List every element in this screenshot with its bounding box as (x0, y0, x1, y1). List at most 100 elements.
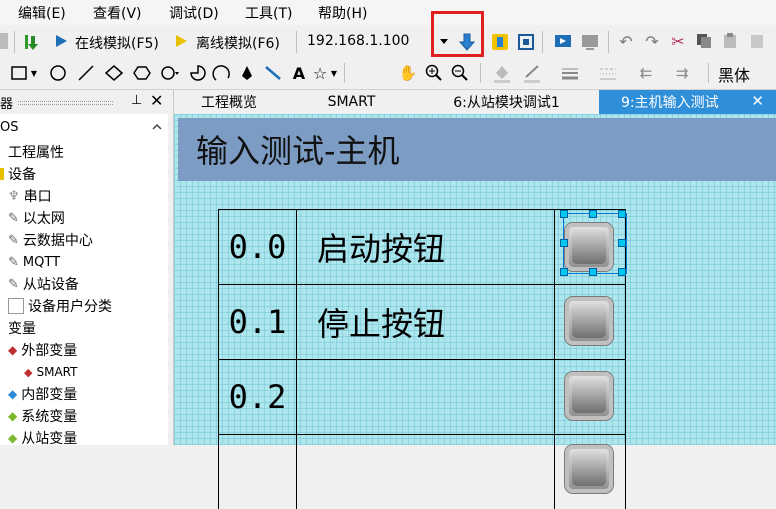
menu-tools[interactable]: 工具(T) (245, 3, 292, 23)
slave-variable-icon: ◆ (8, 431, 18, 445)
scroll-up-icon[interactable] (150, 120, 164, 134)
menu-view[interactable]: 查看(V) (93, 3, 142, 23)
online-sim-play-icon[interactable] (54, 34, 68, 48)
redo-icon[interactable]: ↷ (643, 32, 661, 51)
paste-icon[interactable] (721, 32, 739, 50)
line-width-icon[interactable] (560, 63, 580, 83)
download-icon[interactable] (458, 33, 476, 51)
slave-icon: ✎ (8, 276, 19, 292)
text-tool-icon[interactable]: A (289, 63, 309, 83)
offline-sim-play-icon[interactable] (174, 34, 188, 48)
polygon-tool-icon[interactable] (132, 64, 152, 82)
resize-handle[interactable] (589, 268, 597, 276)
download-stop-icon[interactable] (22, 32, 42, 52)
toolbar-separator (608, 31, 609, 53)
resize-handle[interactable] (618, 210, 626, 218)
online-sim-button[interactable]: 在线模拟(F5) (75, 33, 159, 53)
scrollbar[interactable] (168, 114, 173, 445)
cut-icon[interactable]: ✂ (669, 32, 687, 51)
monitor-icon[interactable] (580, 32, 600, 52)
tree-item-serial[interactable]: ♆ 串口 (8, 185, 52, 207)
tree-label: 从站设备 (22, 277, 79, 293)
resize-handle[interactable] (618, 239, 626, 247)
menu-bar: 编辑(E) 查看(V) 调试(D) 工具(T) 帮助(H) (0, 0, 776, 25)
tree-item-system-vars[interactable]: ◆ 系统变量 (8, 405, 77, 427)
menu-edit[interactable]: 编辑(E) (18, 3, 66, 23)
menu-debug[interactable]: 调试(D) (169, 3, 219, 23)
pin-icon[interactable]: ⊥ (131, 93, 142, 108)
resize-handle[interactable] (560, 239, 568, 247)
line-style-icon[interactable] (598, 63, 618, 83)
monitor-play-icon[interactable] (553, 32, 573, 52)
line-color-icon[interactable] (522, 63, 542, 83)
pie-tool-icon[interactable] (188, 64, 208, 82)
ethernet-icon: ✎ (8, 210, 19, 226)
diamond-tool-icon[interactable] (104, 64, 124, 82)
tab-project-overview[interactable]: 工程概览 (174, 90, 284, 114)
tree-label: 设备 (8, 167, 36, 183)
label-cell: 停止按钮 (296, 284, 554, 359)
tree-item-user-category[interactable]: 设备用户分类 (8, 295, 112, 317)
arc-tool-icon[interactable] (212, 64, 232, 82)
tree-item-os[interactable]: OS (0, 120, 18, 135)
hand-tool-icon[interactable] (490, 32, 510, 52)
drawing-toolbar: ▼ A ☆ ▼ ✋ ⇇ ⇉ 黑体 (0, 59, 776, 90)
project-tree-panel: 器 ⊥ ✕ OS 工程属性 设备 ♆ 串口 ✎ 以太网 ✎ 云数据中心 ✎ MQ… (0, 90, 174, 447)
pushbutton[interactable] (565, 372, 613, 420)
chevron-down-icon[interactable]: ▼ (30, 69, 38, 78)
font-name-select[interactable]: 黑体 (718, 62, 750, 86)
resize-handle[interactable] (589, 210, 597, 218)
tree-item-external-vars[interactable]: ◆ 外部变量 (8, 339, 77, 361)
resize-handle[interactable] (618, 268, 626, 276)
pushbutton[interactable] (565, 445, 613, 493)
tree-item-project-props[interactable]: 工程属性 (8, 141, 64, 163)
stop-pushbutton[interactable] (565, 297, 613, 345)
tab-host-input-test[interactable]: 9:主机输入测试 ✕ (599, 90, 776, 114)
menu-help[interactable]: 帮助(H) (318, 3, 367, 23)
resize-handle[interactable] (560, 210, 568, 218)
toolbar-separator (344, 63, 345, 83)
ellipse-tool-icon[interactable] (48, 64, 68, 82)
tree-item-slave-vars[interactable]: ◆ 从站变量 (8, 427, 77, 449)
circle-menu-tool-icon[interactable] (160, 64, 180, 82)
tree-item-internal-vars[interactable]: ◆ 内部变量 (8, 383, 77, 405)
tree-item-cloud[interactable]: ✎ 云数据中心 (8, 229, 93, 251)
label-cell (296, 434, 554, 509)
zoom-in-icon[interactable] (424, 63, 444, 83)
tree-item-variables[interactable]: 变量 (8, 317, 36, 339)
tree-item-slave-devices[interactable]: ✎ 从站设备 (8, 273, 79, 295)
device-config-icon[interactable] (516, 32, 536, 52)
hand-pan-icon[interactable]: ✋ (398, 63, 418, 83)
design-canvas[interactable]: 输入测试-主机 0.0 启动按钮 0.1 停止按钮 0.2 (174, 114, 776, 509)
line-tool-icon[interactable] (76, 64, 96, 82)
address-cell (218, 434, 296, 509)
chevron-down-icon[interactable]: ▼ (330, 69, 338, 78)
system-variable-icon: ◆ (8, 409, 18, 423)
close-tab-icon[interactable]: ✕ (751, 92, 764, 110)
pen-tool-icon[interactable] (238, 64, 256, 82)
tree-item-ethernet[interactable]: ✎ 以太网 (8, 207, 65, 229)
offline-sim-button[interactable]: 离线模拟(F6) (196, 33, 280, 53)
close-icon[interactable]: ✕ (150, 91, 163, 110)
button-cell (554, 209, 627, 284)
resize-handle[interactable] (560, 268, 568, 276)
tree-item-mqtt[interactable]: ✎ MQTT (8, 251, 60, 273)
tree-label: 变量 (8, 321, 36, 337)
tab-smart[interactable]: SMART (284, 90, 419, 114)
star-tool-icon[interactable]: ☆ (310, 63, 330, 83)
ip-address-field[interactable]: 192.168.1.100 (307, 33, 409, 49)
tab-slave-module-debug[interactable]: 6:从站模块调试1 (419, 90, 594, 114)
copy-icon[interactable] (695, 32, 713, 50)
connector-tool-icon[interactable] (263, 64, 283, 82)
delete-icon[interactable] (748, 32, 766, 50)
rectangle-tool-icon[interactable] (10, 65, 28, 81)
partial-toolbar-icon[interactable] (0, 33, 8, 49)
arrow-end-icon[interactable]: ⇉ (672, 63, 692, 83)
undo-icon[interactable]: ↶ (617, 32, 635, 51)
fill-color-icon[interactable] (492, 63, 512, 83)
arrow-start-icon[interactable]: ⇇ (636, 63, 656, 83)
panel-title-fragment: 器 (0, 97, 14, 112)
tree-item-smart[interactable]: ◆ SMART (24, 361, 77, 383)
tree-item-devices[interactable]: 设备 (0, 163, 36, 185)
zoom-out-icon[interactable] (450, 63, 470, 83)
